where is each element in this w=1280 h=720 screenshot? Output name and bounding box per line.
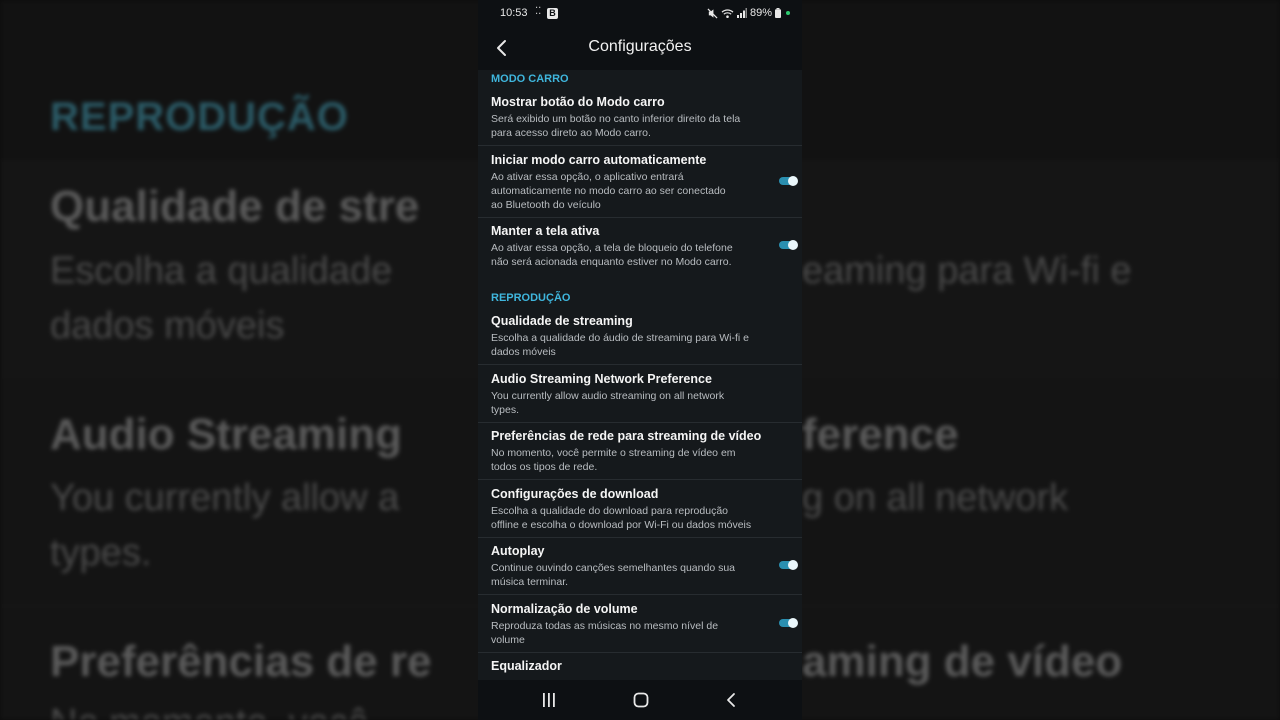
setting-show-car-mode-button[interactable]: Mostrar botão do Modo carro Será exibido… bbox=[478, 95, 802, 146]
setting-title: Normalização de volume bbox=[491, 602, 638, 616]
mute-icon bbox=[707, 7, 718, 19]
setting-title: Qualidade de streaming bbox=[491, 314, 633, 328]
setting-title: Equalizador bbox=[491, 659, 562, 673]
setting-desc: automaticamente no modo carro ao ser con… bbox=[491, 185, 726, 197]
volume-normalization-toggle[interactable] bbox=[779, 618, 798, 628]
keep-screen-on-toggle[interactable] bbox=[779, 240, 798, 250]
bg-desc: types. bbox=[50, 532, 152, 574]
status-dots-icon: ⁚⁚ bbox=[535, 6, 542, 17]
setting-desc: You currently allow audio streaming on a… bbox=[491, 390, 725, 402]
toggle-knob bbox=[788, 240, 798, 250]
setting-desc: todos os tipos de rede. bbox=[491, 461, 598, 473]
setting-streaming-quality[interactable]: Qualidade de streaming Escolha a qualida… bbox=[478, 314, 802, 365]
bg-title: aming de vídeo bbox=[802, 637, 1123, 686]
status-bar: 10:53 ⁚⁚ B 89% bbox=[478, 0, 802, 28]
setting-download-settings[interactable]: Configurações de download Escolha a qual… bbox=[478, 487, 802, 538]
setting-video-network-preference[interactable]: Preferências de rede para streaming de v… bbox=[478, 429, 802, 480]
bg-section-header: REPRODUÇÃO bbox=[50, 95, 349, 139]
setting-title: Manter a tela ativa bbox=[491, 224, 600, 238]
setting-desc: offline e escolha o download por Wi-Fi o… bbox=[491, 519, 752, 531]
setting-desc: No momento, você permite o streaming de … bbox=[491, 447, 736, 459]
status-time: 10:53 bbox=[500, 7, 528, 19]
recents-icon[interactable] bbox=[541, 693, 557, 707]
setting-desc: ao Bluetooth do veículo bbox=[491, 199, 601, 211]
nav-back-icon[interactable] bbox=[725, 692, 737, 708]
bg-desc: You currently allow a bbox=[50, 477, 400, 519]
home-icon[interactable] bbox=[633, 692, 649, 708]
setting-desc: para acesso direto ao Modo carro. bbox=[491, 127, 651, 139]
status-right: 89% bbox=[707, 7, 790, 19]
setting-desc: Escolha a qualidade do download para rep… bbox=[491, 505, 729, 517]
bg-title: Preferências de re bbox=[50, 637, 432, 686]
setting-title: Iniciar modo carro automaticamente bbox=[491, 153, 707, 167]
bg-desc: dados móveis bbox=[50, 305, 285, 347]
battery-icon bbox=[775, 8, 781, 18]
setting-title: Autoplay bbox=[491, 544, 545, 558]
battery-percent: 89% bbox=[749, 7, 772, 19]
toggle-knob bbox=[788, 560, 798, 570]
setting-desc: volume bbox=[491, 634, 525, 646]
setting-audio-network-preference[interactable]: Audio Streaming Network Preference You c… bbox=[478, 372, 802, 423]
setting-volume-normalization[interactable]: Normalização de volume Reproduza todas a… bbox=[478, 602, 802, 653]
toggle-knob bbox=[788, 618, 798, 628]
setting-desc: Ao ativar essa opção, a tela de bloqueio… bbox=[491, 242, 733, 254]
setting-title: Preferências de rede para streaming de v… bbox=[491, 429, 762, 443]
signal-icon bbox=[736, 8, 747, 18]
section-header-playback: REPRODUÇÃO bbox=[491, 292, 571, 304]
b-badge-icon: B bbox=[547, 8, 558, 19]
setting-desc: Reproduza todas as músicas no mesmo níve… bbox=[491, 620, 719, 632]
setting-desc: Ao ativar essa opção, o aplicativo entra… bbox=[491, 171, 684, 183]
setting-autoplay[interactable]: Autoplay Continue ouvindo canções semelh… bbox=[478, 544, 802, 595]
setting-desc: música terminar. bbox=[491, 576, 569, 588]
setting-desc: dados móveis bbox=[491, 346, 556, 358]
autoplay-toggle[interactable] bbox=[779, 560, 798, 570]
setting-title: Mostrar botão do Modo carro bbox=[491, 95, 665, 109]
bg-title: Qualidade de stre bbox=[50, 182, 420, 231]
phone-screen: 10:53 ⁚⁚ B 89% Configurações MODO CARRO … bbox=[478, 0, 802, 720]
bg-title: ference bbox=[802, 410, 959, 459]
status-dot-icon bbox=[786, 11, 790, 15]
app-bar: Configurações bbox=[478, 28, 802, 70]
setting-title: Configurações de download bbox=[491, 487, 659, 501]
auto-car-mode-toggle[interactable] bbox=[779, 176, 798, 186]
bg-title: Audio Streaming bbox=[50, 410, 403, 459]
bg-desc: No momento, você bbox=[50, 702, 369, 720]
setting-title: Audio Streaming Network Preference bbox=[491, 372, 712, 386]
setting-keep-screen-on[interactable]: Manter a tela ativa Ao ativar essa opção… bbox=[478, 224, 802, 274]
setting-auto-car-mode[interactable]: Iniciar modo carro automaticamente Ao at… bbox=[478, 153, 802, 218]
system-nav-bar bbox=[478, 680, 802, 720]
section-header-car-mode: MODO CARRO bbox=[491, 73, 569, 85]
setting-desc: não será acionada enquanto estiver no Mo… bbox=[491, 256, 732, 268]
setting-desc: types. bbox=[491, 404, 520, 416]
setting-desc: Escolha a qualidade do áudio de streamin… bbox=[491, 332, 749, 344]
bg-desc: eaming para Wi-fi e bbox=[802, 250, 1132, 292]
toggle-knob bbox=[788, 176, 798, 186]
wifi-icon bbox=[721, 8, 734, 18]
page-title: Configurações bbox=[588, 38, 692, 55]
bg-desc: Escolha a qualidade bbox=[50, 250, 393, 292]
setting-desc: Será exibido um botão no canto inferior … bbox=[491, 113, 741, 125]
bg-desc: g on all network bbox=[802, 477, 1069, 519]
setting-desc: Continue ouvindo canções semelhantes qua… bbox=[491, 562, 736, 574]
